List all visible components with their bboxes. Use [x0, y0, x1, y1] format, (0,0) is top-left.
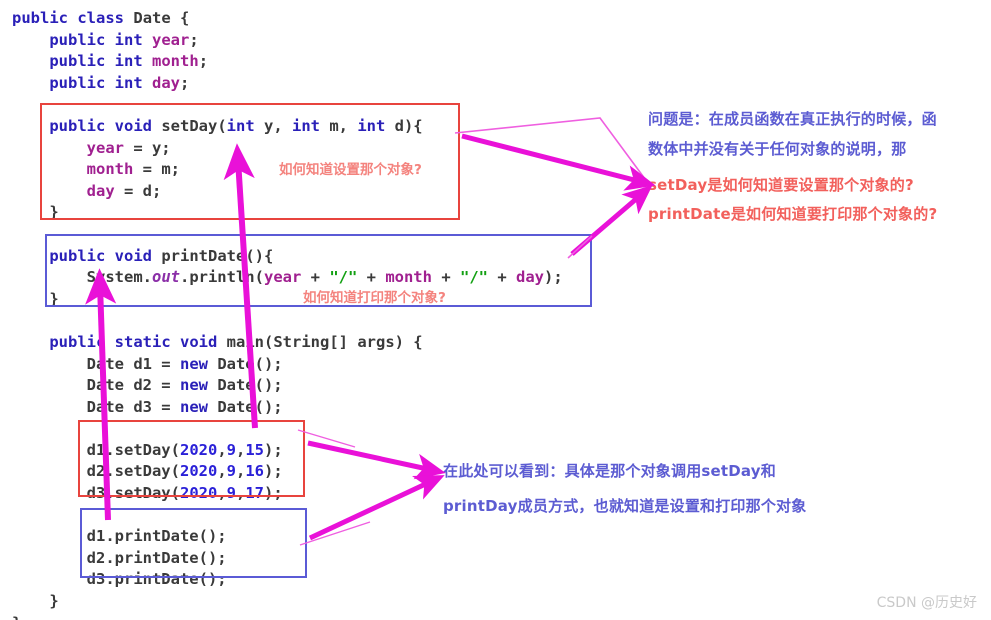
code-line: }: [12, 613, 632, 620]
code-token: Date d1 =: [12, 354, 180, 373]
code-token: month: [152, 52, 199, 71]
right-annotation-line4: printDate是如何知道要打印那个对象的?: [648, 205, 938, 223]
code-token: public: [49, 52, 106, 71]
code-token: main(String[] args) {: [217, 332, 423, 351]
right-annotation-line3: setDay是如何知道要设置那个对象的?: [648, 176, 914, 194]
code-token: int: [114, 52, 143, 71]
code-line: Date d3 = new Date();: [12, 397, 632, 419]
code-token: int: [114, 30, 143, 49]
right-annotation-line2: 数体中并没有关于任何对象的说明，那: [648, 140, 907, 158]
code-line: public class Date {: [12, 8, 632, 30]
code-token: }: [12, 592, 59, 611]
code-token: Date();: [207, 354, 283, 373]
slide-canvas: public class Date { public int year; pub…: [0, 0, 991, 620]
right-annotation-line1: 问题是：在成员函数在真正执行的时候，函: [648, 110, 937, 128]
setday-inline-note: 如何知道设置那个对象?: [279, 162, 422, 178]
code-token: static: [114, 332, 171, 351]
code-token: ;: [198, 52, 209, 71]
code-token: {: [170, 9, 190, 27]
code-token: class: [77, 9, 125, 27]
code-token: }: [12, 614, 21, 620]
code-token: new: [179, 376, 208, 395]
code-token: public: [49, 73, 106, 92]
bottom-annotation-line1: 在此处可以看到：具体是那个对象调用setDay和: [443, 462, 776, 480]
code-line: }: [12, 591, 632, 613]
code-line: public int day;: [12, 73, 632, 95]
code-token: Date: [133, 9, 171, 27]
bottom-annotation-line2: printDay成员方式，也就知道是设置和打印那个对象: [443, 497, 807, 515]
code-line: public static void main(String[] args) {: [12, 332, 632, 354]
code-token: void: [180, 332, 218, 351]
code-token: ;: [180, 73, 190, 92]
code-token: public: [12, 9, 68, 27]
code-token: year: [152, 30, 190, 49]
code-line: public int year;: [12, 30, 632, 52]
code-token: Date();: [207, 397, 283, 416]
printdate-inline-note: 如何知道打印那个对象?: [303, 290, 446, 306]
code-token: public: [49, 332, 106, 351]
code-token: Date();: [207, 376, 283, 395]
csdn-watermark: CSDN @历史好: [876, 595, 977, 611]
code-token: new: [179, 397, 208, 416]
code-line: Date d1 = new Date();: [12, 354, 632, 376]
code-token: Date d3 =: [12, 397, 180, 416]
printdate-calls-box: [80, 508, 307, 578]
code-token: ;: [189, 30, 199, 49]
code-token: int: [114, 73, 143, 92]
code-line: public int month;: [12, 51, 632, 73]
code-token: public: [49, 30, 106, 49]
setday-calls-box: [78, 420, 305, 497]
code-token: Date d2 =: [12, 376, 180, 395]
code-token: day: [152, 73, 181, 92]
code-line: Date d2 = new Date();: [12, 375, 632, 397]
code-token: new: [179, 354, 208, 373]
